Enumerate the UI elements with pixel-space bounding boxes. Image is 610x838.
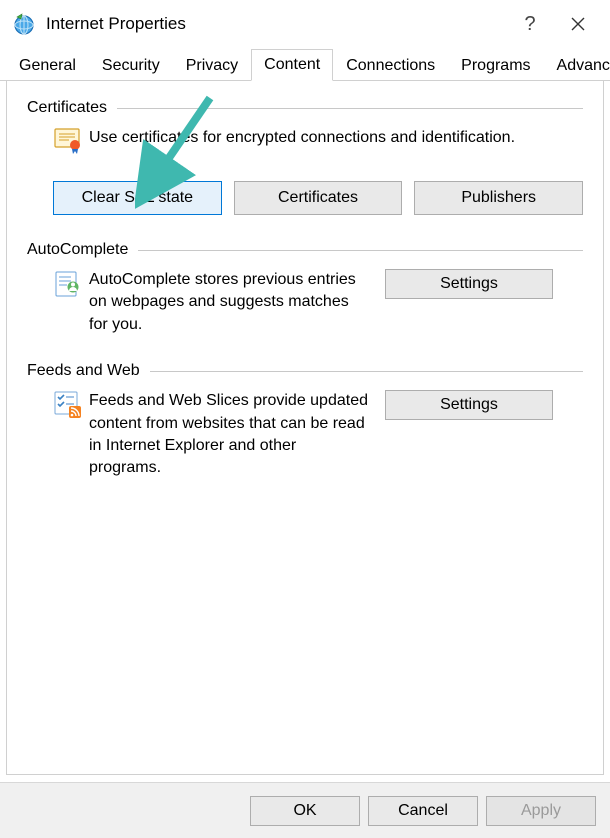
cancel-button[interactable]: Cancel — [368, 796, 478, 826]
window-title: Internet Properties — [46, 14, 506, 34]
certificates-desc: Use certificates for encrypted connectio… — [89, 127, 583, 149]
tab-content[interactable]: Content — [251, 49, 333, 81]
dialog-footer: OK Cancel Apply — [0, 782, 610, 838]
autocomplete-settings-button[interactable]: Settings — [385, 269, 553, 299]
tab-connections[interactable]: Connections — [333, 50, 448, 81]
divider — [138, 250, 583, 251]
feeds-desc: Feeds and Web Slices provide updated con… — [89, 390, 369, 480]
feeds-group: Feeds and Web Feeds and Web Slices provi… — [27, 362, 583, 480]
clear-ssl-button[interactable]: Clear SSL state — [53, 181, 222, 215]
content-panel: Certificates Use certificates for encryp… — [7, 81, 603, 516]
internet-options-icon — [12, 12, 36, 36]
autocomplete-legend: AutoComplete — [27, 241, 128, 259]
tab-general[interactable]: General — [6, 50, 89, 81]
autocomplete-group: AutoComplete AutoComplete stores previou… — [27, 241, 583, 336]
help-button[interactable]: ? — [506, 2, 554, 46]
close-button[interactable] — [554, 2, 602, 46]
tab-security[interactable]: Security — [89, 50, 173, 81]
autocomplete-desc: AutoComplete stores previous entries on … — [89, 269, 369, 336]
certificates-group: Certificates Use certificates for encryp… — [27, 99, 583, 215]
certificates-button[interactable]: Certificates — [234, 181, 403, 215]
apply-button[interactable]: Apply — [486, 796, 596, 826]
ok-button[interactable]: OK — [250, 796, 360, 826]
tab-privacy[interactable]: Privacy — [173, 50, 251, 81]
certificate-icon — [53, 127, 89, 159]
titlebar: Internet Properties ? — [0, 0, 610, 48]
feeds-icon — [53, 390, 89, 424]
feeds-legend: Feeds and Web — [27, 362, 140, 380]
divider — [150, 371, 583, 372]
tab-advanced[interactable]: Advanced — [544, 50, 610, 81]
feeds-settings-button[interactable]: Settings — [385, 390, 553, 420]
divider — [117, 108, 583, 109]
tab-panel: Certificates Use certificates for encryp… — [6, 81, 604, 775]
publishers-button[interactable]: Publishers — [414, 181, 583, 215]
certificates-legend: Certificates — [27, 99, 107, 117]
autocomplete-icon — [53, 269, 89, 303]
tab-programs[interactable]: Programs — [448, 50, 543, 81]
tabstrip: General Security Privacy Content Connect… — [0, 46, 610, 81]
